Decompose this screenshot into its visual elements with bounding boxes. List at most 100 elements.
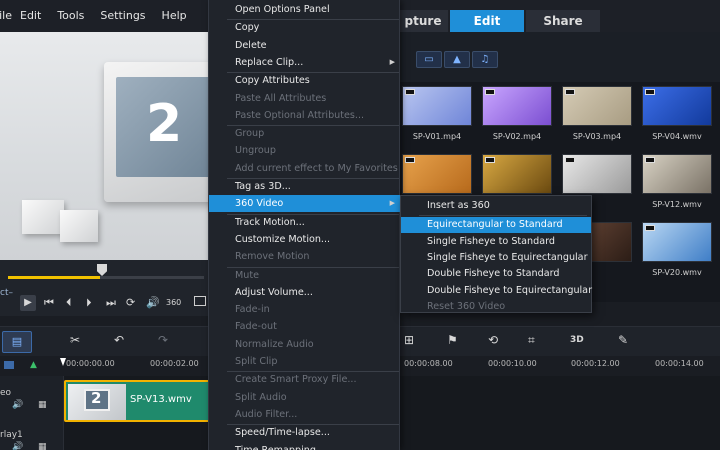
360-view-icon[interactable]: 360 bbox=[166, 296, 181, 310]
menu-item-add-current-effect-to-my-favorites: Add current effect to My Favorites bbox=[209, 160, 401, 177]
repeat-icon[interactable]: ⟳ bbox=[126, 296, 135, 310]
video-filter-icon[interactable]: ▭ bbox=[416, 51, 442, 68]
menu-item-label: Split Audio bbox=[235, 391, 287, 403]
undo-icon[interactable]: ↶ bbox=[114, 333, 124, 347]
ruler-label: 00:00:12.00 bbox=[571, 359, 620, 368]
video-badge-icon bbox=[405, 89, 415, 95]
menu-item-delete[interactable]: Delete bbox=[209, 37, 401, 54]
video-editor-window: File Edit Tools Settings Help pture Edit… bbox=[0, 0, 720, 450]
skip-start-icon[interactable]: ⏮ bbox=[44, 296, 54, 310]
project-clip-toggle[interactable]: ct– bbox=[0, 286, 13, 300]
timeline-view-icon[interactable]: ▤ bbox=[2, 331, 32, 353]
monitor-number: 2 bbox=[146, 94, 183, 154]
ruler-label: 00:00:00.00 bbox=[66, 359, 115, 368]
3d-title-icon[interactable]: 3D bbox=[570, 335, 584, 345]
multi-view-icon[interactable]: ⊞ bbox=[404, 333, 414, 347]
menu-item-customize-motion[interactable]: Customize Motion... bbox=[209, 231, 401, 248]
submenu-item-single-fisheye-to-equirectangular[interactable]: Single Fisheye to Equirectangular bbox=[401, 250, 591, 266]
fullscreen-icon[interactable] bbox=[194, 296, 206, 306]
library-thumbnail[interactable] bbox=[562, 154, 632, 194]
library-thumbnail[interactable] bbox=[642, 222, 712, 262]
audio-filter-icon[interactable]: ♫ bbox=[472, 51, 498, 68]
library-thumbnail[interactable] bbox=[642, 86, 712, 126]
menu-item-audio-filter: Audio Filter... bbox=[209, 406, 401, 423]
menu-item-copy[interactable]: Copy bbox=[209, 19, 401, 36]
submenu-item-label: Reset 360 Video bbox=[427, 300, 506, 312]
menu-item-label: Track Motion... bbox=[235, 216, 305, 228]
menu-item-label: Copy Attributes bbox=[235, 75, 310, 87]
menu-item-copy-attributes[interactable]: Copy Attributes bbox=[209, 72, 401, 89]
volume-icon[interactable]: 🔊 bbox=[146, 296, 160, 310]
submenu-item-label: Double Fisheye to Standard bbox=[427, 268, 560, 280]
play-icon[interactable]: ▶ bbox=[20, 295, 36, 311]
submenu-item-insert-as-360[interactable]: Insert as 360 bbox=[401, 198, 591, 214]
menu-item-normalize-audio: Normalize Audio bbox=[209, 336, 401, 353]
crop-icon[interactable]: ⌗ bbox=[528, 333, 535, 348]
menu-help[interactable]: Help bbox=[154, 0, 195, 32]
photo-filter-icon[interactable]: ▲ bbox=[444, 51, 470, 68]
menu-item-replace-clip[interactable]: Replace Clip... ▶ bbox=[209, 54, 401, 71]
menu-item-speed-time-lapse[interactable]: Speed/Time-lapse... bbox=[209, 424, 401, 441]
menu-item-time-remapping[interactable]: Time Remapping... bbox=[209, 442, 401, 450]
video-badge-icon bbox=[405, 157, 415, 163]
tools-icon[interactable]: ✂ bbox=[70, 333, 80, 347]
menu-item-label: Paste Optional Attributes... bbox=[235, 109, 365, 121]
library-thumbnail[interactable] bbox=[562, 86, 632, 126]
library-thumbnail[interactable] bbox=[482, 154, 552, 194]
grid-icon[interactable]: ▦ bbox=[38, 442, 47, 450]
preview-window[interactable]: 2 bbox=[0, 32, 208, 260]
track-menu-icon[interactable]: ▲ bbox=[30, 360, 37, 370]
menu-item-label: Create Smart Proxy File... bbox=[235, 374, 357, 386]
workspace-tabs: pture Edit Share bbox=[398, 10, 600, 32]
menu-settings[interactable]: Settings bbox=[92, 0, 153, 32]
menu-item-label: Audio Filter... bbox=[235, 408, 298, 420]
menu-item-label: Normalize Audio bbox=[235, 338, 314, 350]
submenu-item-label: Double Fisheye to Equirectangular bbox=[427, 284, 593, 296]
menu-item-label: Add current effect to My Favorites bbox=[235, 162, 398, 174]
menu-item-360-video[interactable]: 360 Video ▶ bbox=[209, 195, 401, 213]
menu-file[interactable]: File bbox=[0, 0, 12, 32]
loop-icon[interactable]: ⟲ bbox=[488, 333, 498, 347]
volume-icon[interactable]: 🔊 bbox=[12, 442, 23, 450]
submenu-item-double-fisheye-to-equirectangular[interactable]: Double Fisheye to Equirectangular bbox=[401, 283, 593, 299]
tab-share[interactable]: Share bbox=[526, 10, 600, 32]
marker-icon[interactable]: ✎ bbox=[618, 333, 628, 347]
clip-thumbnail-number: 2 bbox=[91, 389, 102, 407]
library-thumbnail[interactable] bbox=[402, 86, 472, 126]
tab-edit[interactable]: Edit bbox=[450, 10, 524, 32]
menu-item-label: 360 Video bbox=[235, 198, 284, 210]
submenu-item-label: Single Fisheye to Standard bbox=[427, 235, 555, 247]
skip-end-icon[interactable]: ⏭ bbox=[106, 296, 116, 310]
menu-item-split-clip: Split Clip bbox=[209, 353, 401, 370]
menu-tools[interactable]: Tools bbox=[49, 0, 92, 32]
submenu-item-single-fisheye-to-standard[interactable]: Single Fisheye to Standard bbox=[401, 234, 591, 250]
menu-item-adjust-volume[interactable]: Adjust Volume... bbox=[209, 284, 401, 301]
video-badge-icon bbox=[485, 157, 495, 163]
menu-item-label: Split Clip bbox=[235, 356, 278, 367]
library-thumbnail[interactable] bbox=[642, 154, 712, 194]
add-track-icon[interactable] bbox=[4, 361, 14, 369]
menu-item-tag-as-3d[interactable]: Tag as 3D... bbox=[209, 178, 401, 195]
ruler-label: 00:00:10.00 bbox=[488, 359, 537, 368]
menu-item-label: Replace Clip... bbox=[235, 56, 304, 68]
menu-item-label: Speed/Time-lapse... bbox=[235, 427, 330, 439]
previous-frame-icon[interactable]: ⏴ bbox=[66, 296, 72, 310]
menu-item-track-motion[interactable]: Track Motion... bbox=[209, 214, 401, 231]
motion-icon[interactable]: ⚑ bbox=[447, 333, 458, 347]
ruler-label: 00:00:02.00 bbox=[150, 359, 199, 368]
grid-icon[interactable]: ▦ bbox=[38, 400, 47, 410]
submenu-item-equirectangular-to-standard[interactable]: Equirectangular to Standard bbox=[401, 217, 591, 234]
menu-item-fade-out: Fade-out bbox=[209, 318, 401, 335]
library-thumbnail[interactable] bbox=[402, 154, 472, 194]
next-frame-icon[interactable]: ⏵ bbox=[86, 296, 92, 310]
menu-item-open-options-panel[interactable]: Open Options Panel bbox=[209, 1, 401, 18]
library-thumbnail-label: SP-V04.wmv bbox=[652, 132, 702, 141]
volume-icon[interactable]: 🔊 bbox=[12, 400, 23, 410]
menu-edit[interactable]: Edit bbox=[12, 0, 49, 32]
video-badge-icon bbox=[645, 225, 655, 231]
library-toolbar: ▭ ▲ ♫ bbox=[400, 32, 720, 82]
library-thumbnail[interactable] bbox=[482, 86, 552, 126]
menu-item-label: Paste All Attributes bbox=[235, 92, 327, 104]
tab-capture[interactable]: pture bbox=[398, 10, 448, 32]
submenu-item-double-fisheye-to-standard[interactable]: Double Fisheye to Standard bbox=[401, 266, 591, 282]
